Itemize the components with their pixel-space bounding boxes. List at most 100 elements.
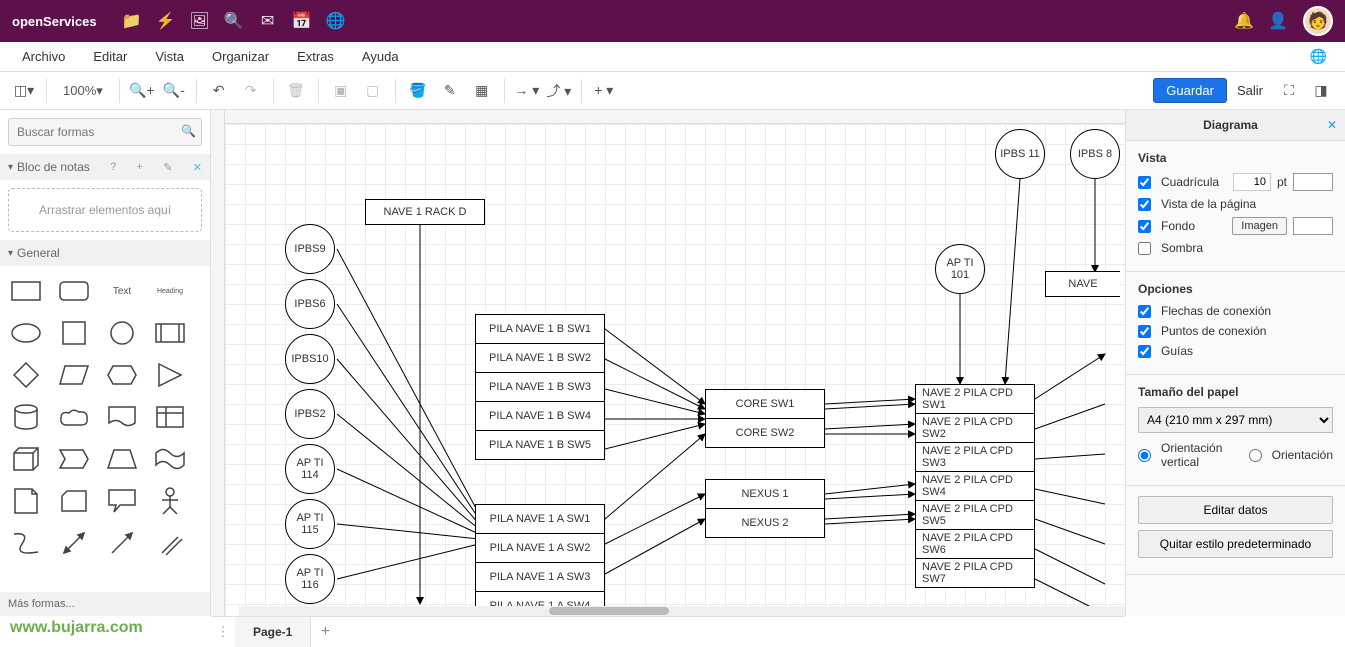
shape-heading[interactable]: Heading	[148, 274, 192, 308]
cell[interactable]: NAVE 2 PILA CPD SW7	[915, 558, 1035, 588]
diagram-canvas[interactable]: NAVE 1 RACK D IPBS9 IPBS6 IPBS10 IPBS2 A…	[225, 124, 1125, 616]
cell[interactable]: PILA NAVE 1 B SW2	[475, 343, 605, 373]
close-icon[interactable]: ✕	[1327, 118, 1337, 132]
add-icon[interactable]: + ▾	[590, 77, 618, 105]
cell[interactable]: PILA NAVE 1 A SW2	[475, 533, 605, 563]
shape-trapezoid[interactable]	[100, 442, 144, 476]
stack-pila-a[interactable]: PILA NAVE 1 A SW1 PILA NAVE 1 A SW2 PILA…	[475, 504, 605, 616]
cell[interactable]: NAVE 2 PILA CPD SW4	[915, 471, 1035, 501]
menu-vista[interactable]: Vista	[141, 42, 198, 71]
shape-document[interactable]	[100, 400, 144, 434]
shadow-icon[interactable]: ▦	[468, 77, 496, 105]
cell[interactable]: CORE SW1	[705, 389, 825, 419]
grid-color[interactable]	[1293, 173, 1333, 191]
orient-v-radio[interactable]	[1138, 449, 1151, 462]
notepad-help[interactable]: ?	[110, 161, 116, 173]
background-checkbox[interactable]	[1138, 220, 1151, 233]
stack-n2p[interactable]: NAVE 2 PILA CPD SW1 NAVE 2 PILA CPD SW2 …	[915, 384, 1035, 588]
grid-size-input[interactable]	[1233, 173, 1271, 191]
menu-extras[interactable]: Extras	[283, 42, 348, 71]
cell[interactable]: PILA NAVE 1 A SW3	[475, 562, 605, 592]
cell[interactable]: NAVE 2 PILA CPD SW2	[915, 413, 1035, 443]
shadow-checkbox[interactable]	[1138, 242, 1151, 255]
shape-link[interactable]	[148, 526, 192, 560]
shape-tape[interactable]	[148, 442, 192, 476]
mail-icon[interactable]: ✉	[251, 4, 285, 38]
cell[interactable]: NAVE 2 PILA CPD SW5	[915, 500, 1035, 530]
shape-text[interactable]: Text	[100, 274, 144, 308]
zoom-in-icon[interactable]: 🔍+	[128, 77, 156, 105]
connection-icon[interactable]: → ▾	[513, 77, 541, 105]
menu-organizar[interactable]: Organizar	[198, 42, 283, 71]
shape-cloud[interactable]	[52, 400, 96, 434]
scrollbar-horizontal[interactable]	[239, 606, 1125, 616]
dropzone[interactable]: Arrastrar elementos aquí	[8, 188, 202, 232]
cell[interactable]: PILA NAVE 1 B SW4	[475, 401, 605, 431]
search-input[interactable]	[8, 118, 202, 146]
shape-triangle[interactable]	[148, 358, 192, 392]
paper-select[interactable]: A4 (210 mm x 297 mm)	[1138, 407, 1333, 433]
cell[interactable]: NEXUS 2	[705, 508, 825, 538]
menu-editar[interactable]: Editar	[79, 42, 141, 71]
stroke-icon[interactable]: ✎	[436, 77, 464, 105]
image-button[interactable]: Imagen	[1232, 217, 1287, 235]
node-ipbs2[interactable]: IPBS2	[285, 389, 335, 439]
shape-circle[interactable]	[100, 316, 144, 350]
shape-parallel[interactable]	[52, 358, 96, 392]
more-shapes[interactable]: Más formas...	[0, 592, 210, 616]
cell[interactable]: NAVE 2 PILA CPD SW3	[915, 442, 1035, 472]
shape-hexagon[interactable]	[100, 358, 144, 392]
general-header[interactable]: ▾ General	[0, 240, 210, 266]
node-ipbs9[interactable]: IPBS9	[285, 224, 335, 274]
calendar-icon[interactable]: 📅	[285, 4, 319, 38]
node-ap101[interactable]: AP TI 101	[935, 244, 985, 294]
cell[interactable]: PILA NAVE 1 A SW1	[475, 504, 605, 534]
fill-icon[interactable]: 🪣	[404, 77, 432, 105]
notepad-header[interactable]: ▾ Bloc de notas ? + ✎ ✕	[0, 154, 210, 180]
tab-page-1[interactable]: Page-1	[235, 617, 311, 647]
globe-icon[interactable]: 🌐	[319, 4, 353, 38]
delete-icon[interactable]: 🗑	[282, 77, 310, 105]
node-ap114[interactable]: AP TI 114	[285, 444, 335, 494]
stack-core[interactable]: CORE SW1 CORE SW2	[705, 389, 825, 448]
format-panel-icon[interactable]: ◨	[1307, 77, 1335, 105]
shape-arrow[interactable]	[100, 526, 144, 560]
node-ap115[interactable]: AP TI 115	[285, 499, 335, 549]
shape-callout[interactable]	[100, 484, 144, 518]
add-page-button[interactable]: +	[311, 623, 339, 641]
menu-archivo[interactable]: Archivo	[8, 42, 79, 71]
node-rack-d[interactable]: NAVE 1 RACK D	[365, 199, 485, 225]
shape-process[interactable]	[148, 316, 192, 350]
shape-actor[interactable]	[148, 484, 192, 518]
shape-cylinder[interactable]	[4, 400, 48, 434]
shape-diamond[interactable]	[4, 358, 48, 392]
fullscreen-icon[interactable]: ⛶	[1275, 77, 1303, 105]
cell[interactable]: NAVE 2 PILA CPD SW1	[915, 384, 1035, 414]
image-icon[interactable]: 🖼	[183, 4, 217, 38]
notepad-close-icon[interactable]: ✕	[193, 161, 202, 174]
to-front-icon[interactable]: ▣	[327, 77, 355, 105]
save-button[interactable]: Guardar	[1153, 78, 1227, 103]
pageview-checkbox[interactable]	[1138, 198, 1151, 211]
cell[interactable]: NAVE 2 PILA CPD SW6	[915, 529, 1035, 559]
undo-icon[interactable]: ↶	[205, 77, 233, 105]
shape-rect[interactable]	[4, 274, 48, 308]
grid-checkbox[interactable]	[1138, 176, 1151, 189]
notepad-edit-icon[interactable]: ✎	[163, 161, 172, 174]
shape-table[interactable]	[148, 400, 192, 434]
shape-round-rect[interactable]	[52, 274, 96, 308]
cell[interactable]: NEXUS 1	[705, 479, 825, 509]
tabs-handle-icon[interactable]: ⋮	[211, 624, 235, 640]
cell[interactable]: PILA NAVE 1 B SW1	[475, 314, 605, 344]
node-ipbs10[interactable]: IPBS10	[285, 334, 335, 384]
reset-style-button[interactable]: Quitar estilo predeterminado	[1138, 530, 1333, 558]
exit-button[interactable]: Salir	[1227, 79, 1273, 102]
avatar[interactable]: 🧑	[1303, 6, 1333, 36]
waypoint-icon[interactable]: ⤴ ▾	[545, 77, 573, 105]
cell[interactable]: PILA NAVE 1 B SW5	[475, 430, 605, 460]
shape-ellipse[interactable]	[4, 316, 48, 350]
search-icon[interactable]: 🔍	[217, 4, 251, 38]
edit-data-button[interactable]: Editar datos	[1138, 496, 1333, 524]
shape-biarrow[interactable]	[52, 526, 96, 560]
stack-nexus[interactable]: NEXUS 1 NEXUS 2	[705, 479, 825, 538]
